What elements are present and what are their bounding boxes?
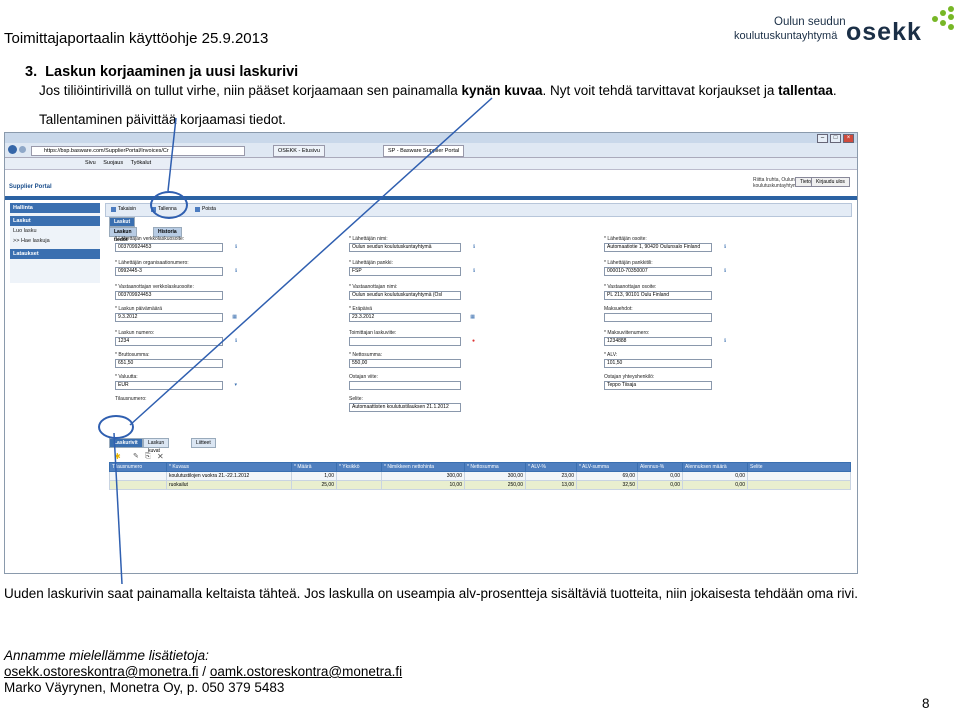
add-row-instruction: Uuden laskurivin saat painamalla keltais… [4, 586, 858, 601]
page-number: 8 [922, 696, 930, 711]
more-info-label: Annamme mielellämme lisätietoja: [4, 648, 209, 663]
star-pointer-line [113, 432, 123, 585]
save-pointer-line [167, 117, 177, 192]
signature: Marko Väyrynen, Monetra Oy, p. 050 379 5… [4, 680, 285, 695]
annotation-lines [113, 97, 493, 585]
pen-pointer-line [129, 97, 493, 426]
email-links: osekk.ostoreskontra@monetra.fi / oamk.os… [4, 664, 402, 680]
email-link-oamk[interactable]: oamk.ostoreskontra@monetra.fi [210, 664, 402, 679]
contact-info: Annamme mielellämme lisätietoja: osekk.o… [4, 648, 402, 696]
email-separator: / [198, 664, 210, 679]
email-link-osekk[interactable]: osekk.ostoreskontra@monetra.fi [4, 664, 199, 679]
